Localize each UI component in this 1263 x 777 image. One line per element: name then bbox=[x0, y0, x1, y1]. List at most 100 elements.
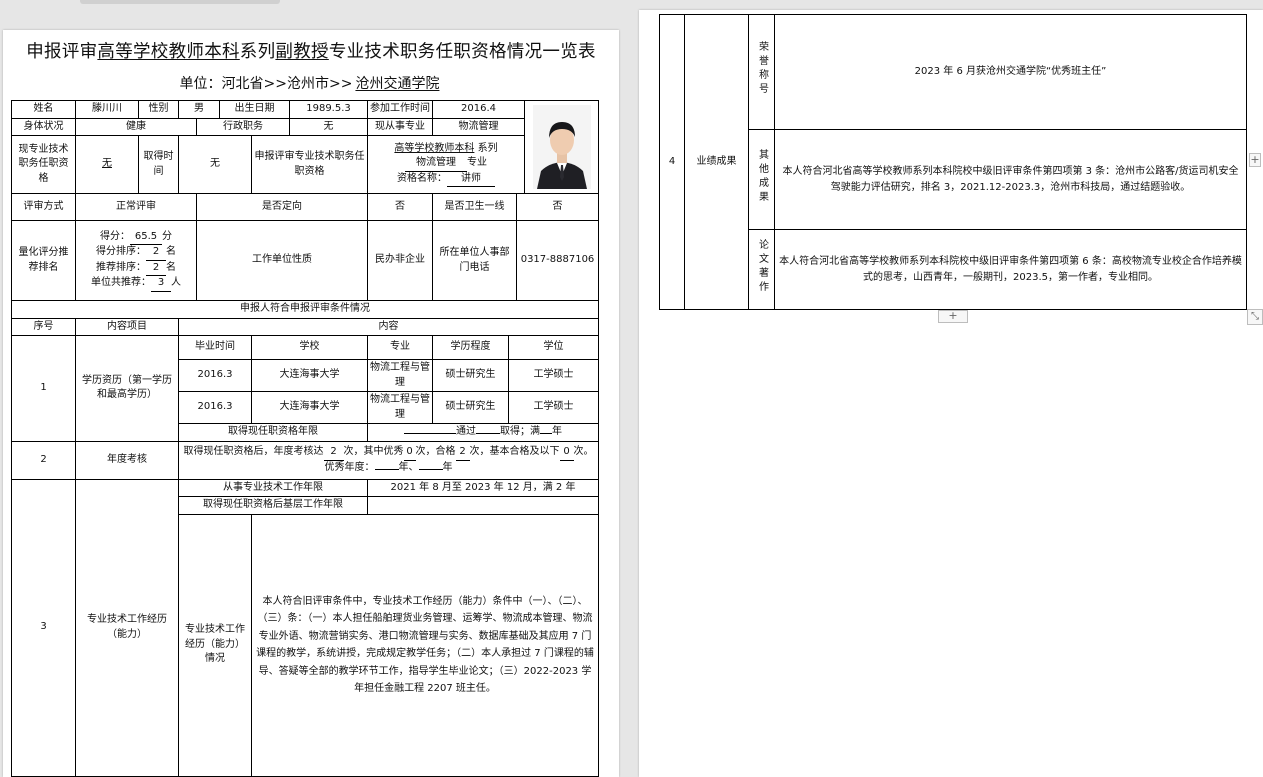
birth-value: 1989.5.3 bbox=[289, 100, 368, 119]
recommend-unit: 名 bbox=[166, 261, 176, 273]
section-header: 申报人符合申报评审条件情况 bbox=[11, 300, 599, 319]
edu-row-2-level: 硕士研究生 bbox=[432, 391, 509, 424]
name-value: 滕川川 bbox=[75, 100, 139, 119]
annual-content: 取得现任职资格后，年度考核达 2 次，其中优秀 0 次，合格 2 次，基本合格及以下 0 次。优… bbox=[178, 440, 599, 480]
document-page-1: 申报评审高等学校教师本科系列副教授专业技术职务任职资格情况一览表 单位：河北省>… bbox=[3, 30, 619, 777]
edu-header-degree: 学位 bbox=[508, 335, 599, 360]
recommend-label: 推荐排序： bbox=[96, 261, 146, 273]
title-part-3: 系列 bbox=[239, 42, 276, 62]
apply-series-suffix: 系列 bbox=[477, 142, 498, 154]
edu-row-2-degree: 工学硕士 bbox=[508, 391, 599, 424]
admin-label: 行政职务 bbox=[196, 117, 290, 136]
rank-label: 得分排序： bbox=[96, 246, 146, 257]
edu-row-1-date: 2016.3 bbox=[178, 359, 252, 392]
hr-phone-value: 0317-8887106 bbox=[516, 220, 599, 301]
edu-row-1-level: 硕士研究生 bbox=[432, 359, 509, 392]
edu-years-unit: 年 bbox=[552, 426, 562, 437]
gender-value: 男 bbox=[178, 100, 220, 119]
annual-text-2: 次，其中优秀 bbox=[343, 446, 404, 457]
total-value: 3 bbox=[151, 276, 171, 292]
total-unit: 人 bbox=[171, 277, 181, 288]
paper-value: 本人符合河北省高等学校教师系列本科院校中级旧评审条件第四项第 6 条：高校物流专… bbox=[774, 229, 1247, 310]
grassroots-years-label: 取得现任职资格后基层工作年限 bbox=[178, 496, 368, 515]
work-start-label: 参加工作时间 bbox=[367, 100, 433, 119]
gender-label: 性别 bbox=[138, 100, 179, 119]
hr-phone-label: 所在单位人事部门电话 bbox=[432, 220, 517, 301]
annual-count: 2 bbox=[323, 445, 344, 461]
edu-row-1-major: 物流工程与管理 bbox=[367, 359, 433, 392]
frontline-label: 是否卫生一线 bbox=[432, 193, 517, 221]
name-label: 姓名 bbox=[11, 100, 76, 119]
title-part-2: 高等学校教师本科 bbox=[97, 42, 240, 62]
col-header-no: 序号 bbox=[11, 317, 76, 336]
work-years-value: 2021 年 8 月至 2023 年 12 月，满 2 年 bbox=[367, 478, 599, 497]
directed-label: 是否定向 bbox=[196, 193, 368, 221]
apply-name: 讲师 bbox=[447, 172, 495, 188]
score-details: 得分： 65.5 分 得分排序： 2 名 推荐排序： 2 名 单位共推荐： 3 人 bbox=[75, 220, 197, 301]
edu-row-1-degree: 工学硕士 bbox=[508, 359, 599, 392]
window-tab-strip bbox=[80, 0, 280, 4]
rank-unit: 名 bbox=[166, 246, 176, 257]
admin-value: 无 bbox=[289, 117, 368, 136]
edu-header-major: 专业 bbox=[367, 335, 433, 360]
rank-value: 2 bbox=[146, 245, 166, 261]
achievement-label: 业绩成果 bbox=[684, 14, 749, 310]
annual-year-sep: 年、 bbox=[398, 461, 419, 473]
apply-title-label: 申报评审专业技术职务任职资格 bbox=[251, 135, 368, 194]
health-label: 身体状况 bbox=[11, 117, 76, 136]
paper-label: 论文著作 bbox=[756, 238, 768, 295]
score-text-label: 得分： bbox=[100, 230, 130, 242]
annual-text-1: 取得现任职资格后，年度考核达 bbox=[183, 446, 324, 457]
annual-excellent: 0 bbox=[403, 445, 416, 461]
work-detail-label: 专业技术工作经历（能力）情况 bbox=[178, 513, 252, 777]
title-part-4: 副教授 bbox=[275, 42, 329, 62]
obtain-time-value: 无 bbox=[178, 135, 252, 194]
frontline-value: 否 bbox=[516, 193, 599, 221]
unit-line: 单位：河北省>>沧州市>> 沧州交通学院 bbox=[3, 73, 619, 93]
current-title-value: 无 bbox=[75, 135, 139, 194]
obtain-time-label: 取得时间 bbox=[138, 135, 179, 194]
work-years-label: 从事专业技术工作年限 bbox=[178, 478, 368, 497]
score-label: 量化评分推荐排名 bbox=[11, 220, 76, 301]
annual-year-end: 年 bbox=[442, 461, 453, 473]
annual-basic: 0 bbox=[559, 445, 574, 461]
birth-label: 出生日期 bbox=[219, 100, 290, 119]
unit-label: 单位：河北省>>沧州市>> bbox=[179, 76, 353, 92]
work-label: 专业技术工作经历（能力） bbox=[75, 478, 179, 777]
edu-years-value: 通过 取得；满 年 bbox=[367, 423, 599, 442]
applicant-photo bbox=[532, 105, 591, 189]
achievement-no: 4 bbox=[659, 14, 685, 310]
apply-series: 高等学校教师本科 bbox=[394, 142, 475, 154]
col-header-item: 内容项目 bbox=[75, 317, 179, 336]
score-value: 65.5 bbox=[130, 230, 162, 245]
major-value: 物流管理 bbox=[432, 117, 525, 136]
work-no: 3 bbox=[11, 478, 76, 777]
add-column-button[interactable]: + bbox=[1249, 153, 1261, 167]
honor-value: 2023 年 6 月获沧州交通学院“优秀班主任” bbox=[774, 14, 1247, 130]
edu-no: 1 bbox=[11, 335, 76, 442]
health-value: 健康 bbox=[75, 117, 197, 136]
table-resize-icon[interactable]: ⤡ bbox=[1247, 309, 1263, 325]
other-achievement-value: 本人符合河北省高等学校教师系列本科院校中级旧评审条件第四项第 3 条：沧州市公路… bbox=[774, 129, 1247, 230]
honor-label: 荣誉称号 bbox=[756, 41, 768, 98]
achievement-table: 4 业绩成果 荣誉称号 2023 年 6 月获沧州交通学院“优秀班主任” 其他成… bbox=[659, 14, 1247, 310]
current-title-label: 现专业技术职务任职资格 bbox=[11, 135, 76, 194]
photo-cell bbox=[524, 100, 599, 194]
title-part-5: 专业技术职务任职资格情况一览表 bbox=[328, 42, 596, 62]
edu-row-2-major: 物流工程与管理 bbox=[367, 391, 433, 424]
other-achievement-label: 其他成果 bbox=[756, 148, 768, 205]
annual-no: 2 bbox=[11, 440, 76, 480]
add-row-button[interactable]: + bbox=[938, 310, 968, 323]
col-header-content: 内容 bbox=[178, 317, 599, 336]
recommend-value: 2 bbox=[146, 261, 166, 276]
annual-text-4: 次，基本合格及以下 bbox=[469, 446, 560, 457]
review-method-value: 正常评审 bbox=[75, 193, 197, 221]
unit-nature-value: 民办非企业 bbox=[367, 220, 433, 301]
grassroots-years-value bbox=[367, 496, 599, 515]
directed-value: 否 bbox=[367, 193, 433, 221]
edu-label: 学历资历（第一学历和最高学历） bbox=[75, 335, 179, 442]
edu-header-graduate: 毕业时间 bbox=[178, 335, 252, 360]
work-start-value: 2016.4 bbox=[432, 100, 525, 119]
edu-years-label: 取得现任职资格年限 bbox=[178, 423, 368, 442]
apply-major-suffix: 专业 bbox=[467, 157, 487, 169]
